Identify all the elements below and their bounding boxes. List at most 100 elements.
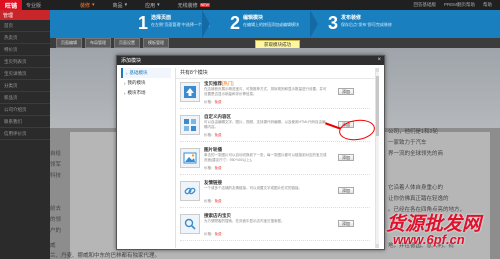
chevron-down-icon: ▾ [92, 2, 95, 8]
close-icon[interactable]: × [377, 57, 381, 63]
module-category-tabs: › 基础模块 › 我的模块 › 模块市场 [121, 68, 171, 98]
nav-label: 商品 [112, 2, 123, 9]
caret-icon: › [124, 80, 126, 86]
top-links: 回答基础版 PREM翻页帮助 帮助 [413, 0, 492, 10]
steps-bar: 1 选择页面 在左侧"页面管理"中选择一个页面 2 编辑模块 在编辑上的按钮添加或编… [0, 10, 500, 38]
sidebar-item[interactable]: 热卖页 [0, 32, 50, 44]
step-arrow [310, 10, 318, 38]
preview-text: 威 [50, 243, 56, 249]
nav-item-decorate[interactable]: 装修 ▾ [71, 2, 104, 9]
watermark-url: www.6pf.cn [393, 232, 465, 247]
nav-label: 无线装修 [177, 2, 198, 9]
toolbar-button[interactable]: 布局管理 [85, 38, 111, 48]
step-number: 1 [138, 13, 149, 33]
logo: 旺铺 [0, 0, 22, 10]
scroll-up-icon[interactable] [376, 68, 379, 72]
module-item: 友情链接 一个或多个店铺的友情链接，可以设置文字或图片形式的链接。 价格：免费 … [180, 178, 370, 208]
preview-text: 的领 [50, 217, 62, 223]
sidebar-item[interactable]: 信用评价页 [0, 128, 50, 140]
tab-basic-modules[interactable]: › 基础模块 [121, 68, 171, 78]
version-label: 专业版 [26, 2, 42, 9]
module-price: 价格：免费 [204, 100, 222, 104]
toolbar-button[interactable]: 页面编辑 [56, 38, 82, 48]
dialog-title: 添加模块 [117, 56, 384, 65]
step-desc: 在编辑上的按钮添加或编辑模块 [243, 22, 300, 27]
module-price: 价格：免费 [204, 133, 222, 137]
preview-text: 它沿着人体自身重心的 [388, 185, 444, 191]
add-module-dialog: 添加模块 × › 基础模块 › 我的模块 › 模块市场 共有8个模块 宝贝推荐[热门]… [116, 55, 385, 250]
nav-label: 装修 [80, 2, 91, 9]
tab-label: 基础模块 [129, 70, 148, 75]
link-icon [180, 181, 200, 201]
sidebar-item[interactable]: 特价页 [0, 44, 50, 56]
step-arrow [202, 10, 210, 38]
step-title: 发布装修 [341, 15, 362, 21]
toolbar-button[interactable]: 模板管理 [143, 38, 169, 48]
sidebar-item[interactable]: 宝贝列表页 [0, 56, 50, 68]
chevron-down-icon: ▾ [157, 2, 160, 8]
preview-text: 户的 [50, 228, 62, 234]
sidebar-item[interactable]: 新品页 [0, 92, 50, 104]
step-title: 编辑模块 [243, 15, 264, 21]
module-price: 价格：免费 [204, 232, 222, 236]
top-link[interactable]: PREM翻页帮助 [444, 2, 475, 8]
module-desc: 一个或多个店铺的友情链接，可以设置文字或图片形式的链接。 [204, 186, 302, 190]
step-number: 3 [328, 13, 339, 33]
module-item: 图片轮播 单击的一张图片可以自动切换到下一张，每一张图片都可以链接到对应的宝贝或… [180, 145, 370, 175]
preview-text: 兰、丹麦、挪威和中东的巴林都有独家代理。 [50, 253, 161, 259]
preview-text: 前去 [50, 206, 62, 212]
preview-text: 一家致力于汽车 [388, 140, 427, 146]
hot-tag: [热门] [222, 81, 234, 86]
module-desc: 可以自由编辑文字、图片、视频、支持源代码编辑，以及使用HTML代码自由编辑内容。 [204, 120, 326, 129]
page-sidebar: 管理 首页 热卖页 特价页 宝贝列表页 宝贝详情页 分类页 新品页 公司介绍页 … [0, 10, 50, 259]
scroll-thumb[interactable] [376, 76, 379, 136]
module-list-scrollbar[interactable] [375, 68, 379, 248]
toolbar-button[interactable]: 页面设置 [114, 38, 140, 48]
sidebar-item[interactable]: 首页 [0, 20, 50, 32]
step-1: 1 选择页面 在左侧"页面管理"中选择一个页面 [138, 14, 210, 32]
module-price: 价格：免费 [204, 199, 222, 203]
module-list: 共有8个模块 宝贝推荐[热门] 在店铺首页展示精选宝贝，可按推荐方式、排序规则和… [175, 68, 375, 248]
preview-text: 领军 [50, 162, 62, 168]
module-item: 搜索店内宝贝 为方便顾客的搜索，在页面中显示店内宝贝搜索框。 价格：免费 添加 [180, 211, 370, 241]
nav-item-mobile[interactable]: 无线装修 NEW [169, 2, 219, 9]
top-bar: 旺铺 专业版 装修 ▾ 商品 ▾ 应用 ▾ 无线装修 NEW 回答基础版 PREM翻页帮… [0, 0, 500, 10]
module-item: 宝贝推荐[热门] 在店铺首页展示精选宝贝，可按推荐方式、排序规则和显示数量进行设… [180, 79, 370, 109]
top-link[interactable]: 回答基础版 [413, 2, 436, 8]
module-desc: 为方便顾客的搜索，在页面中显示店内宝贝搜索框。 [204, 219, 285, 223]
caret-icon: › [124, 90, 126, 96]
sidebar-item[interactable]: 分类页 [0, 80, 50, 92]
new-badge: NEW [199, 3, 210, 7]
preview-text: 科技 [50, 173, 62, 179]
nav-item-apps[interactable]: 应用 ▾ [136, 2, 169, 9]
sidebar-item[interactable]: 公司介绍页 [0, 104, 50, 116]
tab-my-modules[interactable]: › 我的模块 [121, 78, 171, 88]
upload-icon [180, 82, 200, 102]
step-2: 2 编辑模块 在编辑上的按钮添加或编辑模块 [230, 14, 299, 32]
preview-text: 自给 [50, 151, 62, 157]
add-module-button[interactable]: 添加 [338, 220, 354, 227]
tab-module-market[interactable]: › 模块市场 [121, 88, 171, 98]
preview-text: 让你仿佛真正踏在轻逸的 [388, 196, 449, 202]
scroll-down-icon[interactable] [376, 244, 379, 248]
nav-item-goods[interactable]: 商品 ▾ [104, 2, 137, 9]
search-icon [180, 214, 200, 234]
help-link[interactable]: 帮助 [483, 2, 492, 8]
preview-text: 界一流的全球领先的商 [388, 151, 444, 157]
add-module-button[interactable]: 添加 [338, 154, 354, 161]
sidebar-item[interactable]: 宝贝详情页 [0, 68, 50, 80]
grid-icon [180, 115, 200, 135]
module-desc: 单击的一张图片可以自动切换到下一张，每一张图片都可以链接到对应的宝贝或页面(建议… [204, 153, 327, 162]
chevron-down-icon: ▾ [124, 2, 128, 8]
sidebar-item[interactable]: 联系我们 [0, 116, 50, 128]
nav-label: 应用 [145, 2, 156, 9]
module-desc: 在店铺首页展示精选宝贝，可按推荐方式、排序规则和显示数量进行设置，并可设置是否显… [204, 87, 327, 96]
step-3: 3 发布装修 保存后点"发布"即可完成装修 [328, 14, 392, 32]
tab-label: 模块市场 [127, 90, 146, 95]
add-module-button[interactable]: 添加 [338, 88, 354, 95]
add-module-button[interactable]: 添加 [338, 187, 354, 194]
top-nav: 装修 ▾ 商品 ▾ 应用 ▾ 无线装修 NEW [71, 2, 219, 9]
image-icon [180, 148, 200, 168]
preview-text: 公司，他们是1和2轮 [388, 129, 439, 135]
module-count: 共有8个模块 [176, 68, 375, 79]
